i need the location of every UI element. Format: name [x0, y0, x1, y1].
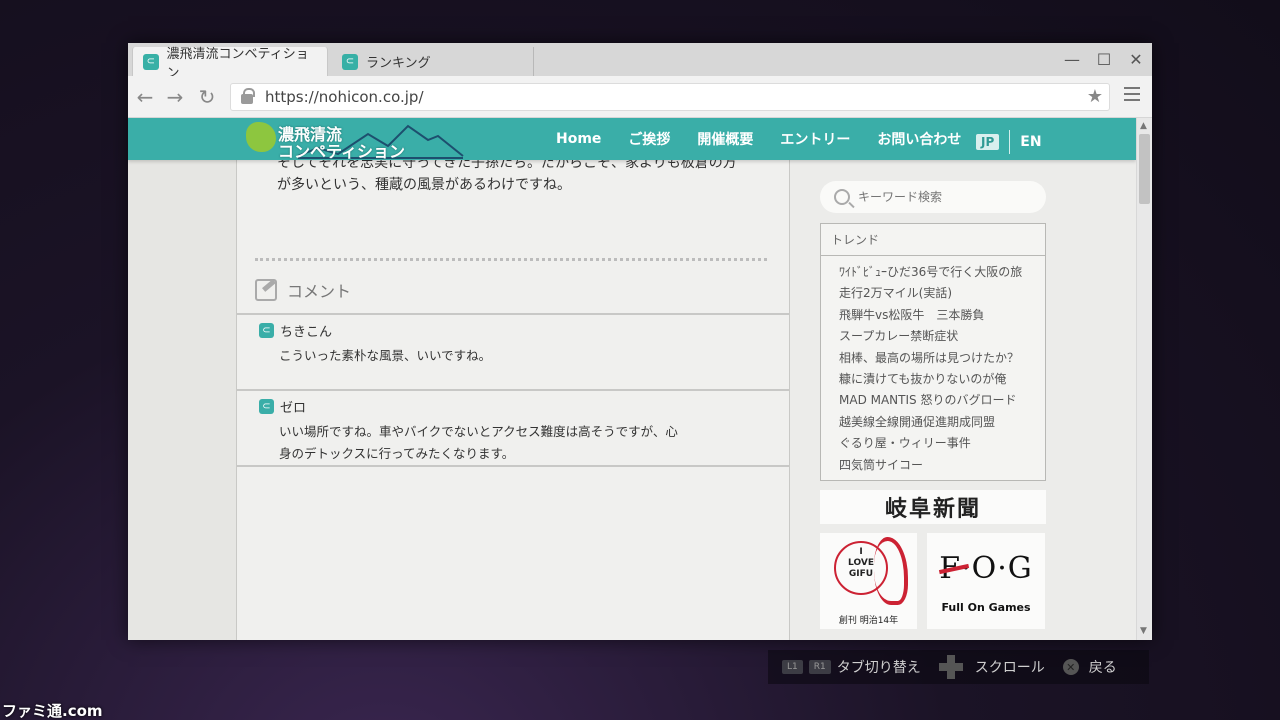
r1-button-icon: R1: [808, 660, 831, 674]
reload-icon[interactable]: ↻: [196, 86, 218, 108]
comment-user-icon: ⊂: [259, 323, 274, 338]
controller-hints: L1 R1 タブ切り替え スクロール ✕ 戻る: [768, 650, 1149, 684]
search-input[interactable]: [858, 190, 1028, 204]
site-logo[interactable]: 濃飛清流 コンペティション: [228, 118, 468, 161]
comment-item: ⊂ ゼロ いい場所ですね。車やバイクでないとアクセス難度は高そうですが、心身のデ…: [237, 389, 789, 467]
language-switch: JP EN: [976, 130, 1042, 154]
nav-overview[interactable]: 開催概要: [697, 129, 753, 149]
tab-competition[interactable]: ⊂ 濃飛清流コンベティション: [132, 47, 328, 81]
trend-item[interactable]: 四気筒サイコー: [839, 455, 1045, 476]
trend-item[interactable]: 飛騨牛vs松阪牛 三本勝負: [839, 305, 1045, 326]
lock-icon: [241, 88, 255, 104]
scroll-down-icon[interactable]: ▼: [1140, 626, 1147, 636]
divider: [255, 258, 767, 261]
window-controls: — ☐ ✕: [1056, 43, 1152, 76]
tab-label: ランキング: [366, 56, 431, 71]
main-nav: Home ご挨拶 開催概要 エントリー お問い合わせ: [556, 118, 988, 160]
logo-title-line2: コンペティション: [278, 142, 406, 161]
minimize-icon[interactable]: —: [1056, 43, 1088, 76]
ad-full-on-games[interactable]: F·O·G Full On Games: [927, 533, 1045, 629]
back-arrow-icon[interactable]: ←: [134, 86, 156, 108]
comment-item: ⊂ ちきこん こういった素朴な風景、いいですね。: [237, 313, 789, 389]
site-favicon-icon: ⊂: [143, 53, 159, 70]
maximize-icon[interactable]: ☐: [1088, 43, 1120, 76]
close-icon[interactable]: ✕: [1120, 43, 1152, 76]
trend-item[interactable]: ぐるり屋・ウィリー事件: [839, 433, 1045, 454]
lang-en-button[interactable]: EN: [1020, 134, 1041, 150]
hint-tab-switch: タブ切り替え: [836, 660, 921, 676]
gifu-map-icon: [246, 122, 276, 152]
trend-item[interactable]: MAD MANTIS 怒りのバグロード: [839, 390, 1045, 411]
bookmark-star-icon[interactable]: ★: [1087, 86, 1103, 107]
menu-icon[interactable]: [1124, 87, 1140, 101]
watermark-logo: ファミ通.com: [2, 702, 103, 720]
trend-list: ﾜｲﾄﾞﾋﾞｭｰひだ36号で行く大阪の旅 走行2万マイル(実話) 飛騨牛vs松阪牛 …: [821, 256, 1045, 476]
trend-item[interactable]: 走行2万マイル(実話): [839, 283, 1045, 304]
hint-scroll: スクロール: [974, 660, 1045, 676]
page-viewport: そしてそれを忠実に守ってきた子孫たち。だからこそ、家よりも板倉の方が多いという、…: [128, 118, 1152, 640]
comments-heading: コメント: [255, 278, 351, 302]
nav-greeting[interactable]: ご挨拶: [628, 129, 670, 149]
pencil-icon: [255, 279, 277, 301]
dpad-icon: [938, 655, 963, 679]
url-input[interactable]: [265, 88, 1045, 106]
trend-item[interactable]: 相棒、最高の場所は見つけたか？: [839, 348, 1045, 369]
ad-since-text: 創刊 明治14年: [838, 616, 899, 626]
comment-text: こういった素朴な風景、いいですね。: [279, 348, 492, 363]
search-icon: [834, 189, 850, 205]
search-box[interactable]: [820, 181, 1046, 213]
scroll-up-icon[interactable]: ▲: [1140, 121, 1147, 131]
forward-arrow-icon[interactable]: →: [164, 86, 186, 108]
address-bar[interactable]: ★: [230, 83, 1110, 111]
page-scrollbar[interactable]: ▲ ▼: [1136, 118, 1152, 640]
comment-text: いい場所ですね。車やバイクでないとアクセス難度は高そうですが、心身のデトックスに…: [279, 424, 678, 461]
trend-panel: トレンド ﾜｲﾄﾞﾋﾞｭｰひだ36号で行く大阪の旅 走行2万マイル(実話) 飛騨牛v…: [820, 223, 1046, 481]
browser-window: ⊂ 濃飛清流コンベティション ⊂ ランキング — ☐ ✕ ← → ↻ ★ そして…: [128, 43, 1152, 640]
cross-button-icon: ✕: [1062, 659, 1079, 675]
comment-username: ゼロ: [280, 401, 307, 416]
ad-i-love-gifu[interactable]: I LOVE GIFU 創刊 明治14年: [820, 533, 917, 629]
trend-item[interactable]: 糠に漬けても抜かりないのが俺: [839, 369, 1045, 390]
comment-user-icon: ⊂: [259, 399, 274, 414]
trend-item[interactable]: スープカレー禁断症状: [839, 326, 1045, 347]
l1-button-icon: L1: [782, 660, 803, 674]
browser-toolbar: ← → ↻ ★: [128, 76, 1152, 118]
tab-bar: ⊂ 濃飛清流コンベティション ⊂ ランキング — ☐ ✕: [128, 43, 1152, 81]
article-column: そしてそれを忠実に守ってきた子孫たち。だからこそ、家よりも板倉の方が多いという、…: [236, 118, 790, 640]
comments-title: コメント: [287, 282, 352, 301]
trend-item[interactable]: ﾜｲﾄﾞﾋﾞｭｰひだ36号で行く大阪の旅: [839, 262, 1045, 283]
ad-gifu-shimbun[interactable]: 岐阜新聞: [820, 490, 1046, 524]
tab-label: 濃飛清流コンベティション: [166, 46, 309, 81]
fog-subtitle: Full On Games: [941, 601, 1031, 614]
trend-item[interactable]: 越美線全線開通促進期成同盟: [839, 412, 1045, 433]
tab-ranking[interactable]: ⊂ ランキング: [332, 47, 534, 76]
nav-entry[interactable]: エントリー: [780, 129, 850, 149]
comment-username: ちきこん: [280, 325, 333, 340]
nav-home[interactable]: Home: [556, 131, 601, 147]
scroll-thumb[interactable]: [1139, 134, 1150, 204]
site-favicon-icon: ⊂: [342, 53, 358, 70]
sidebar: トレンド ﾜｲﾄﾞﾋﾞｭｰひだ36号で行く大阪の旅走行2万マイル(実話)飛騨牛v…: [820, 118, 1046, 640]
lang-jp-button[interactable]: JP: [976, 134, 1000, 150]
nav-contact[interactable]: お問い合わせ: [877, 129, 961, 149]
hint-back: 戻る: [1088, 660, 1117, 676]
fog-logo: F·O·G: [927, 551, 1045, 586]
trend-title: トレンド: [821, 224, 1045, 256]
site-header: 濃飛清流 コンペティション Home ご挨拶 開催概要 エントリー お問い合わせ…: [128, 118, 1136, 161]
